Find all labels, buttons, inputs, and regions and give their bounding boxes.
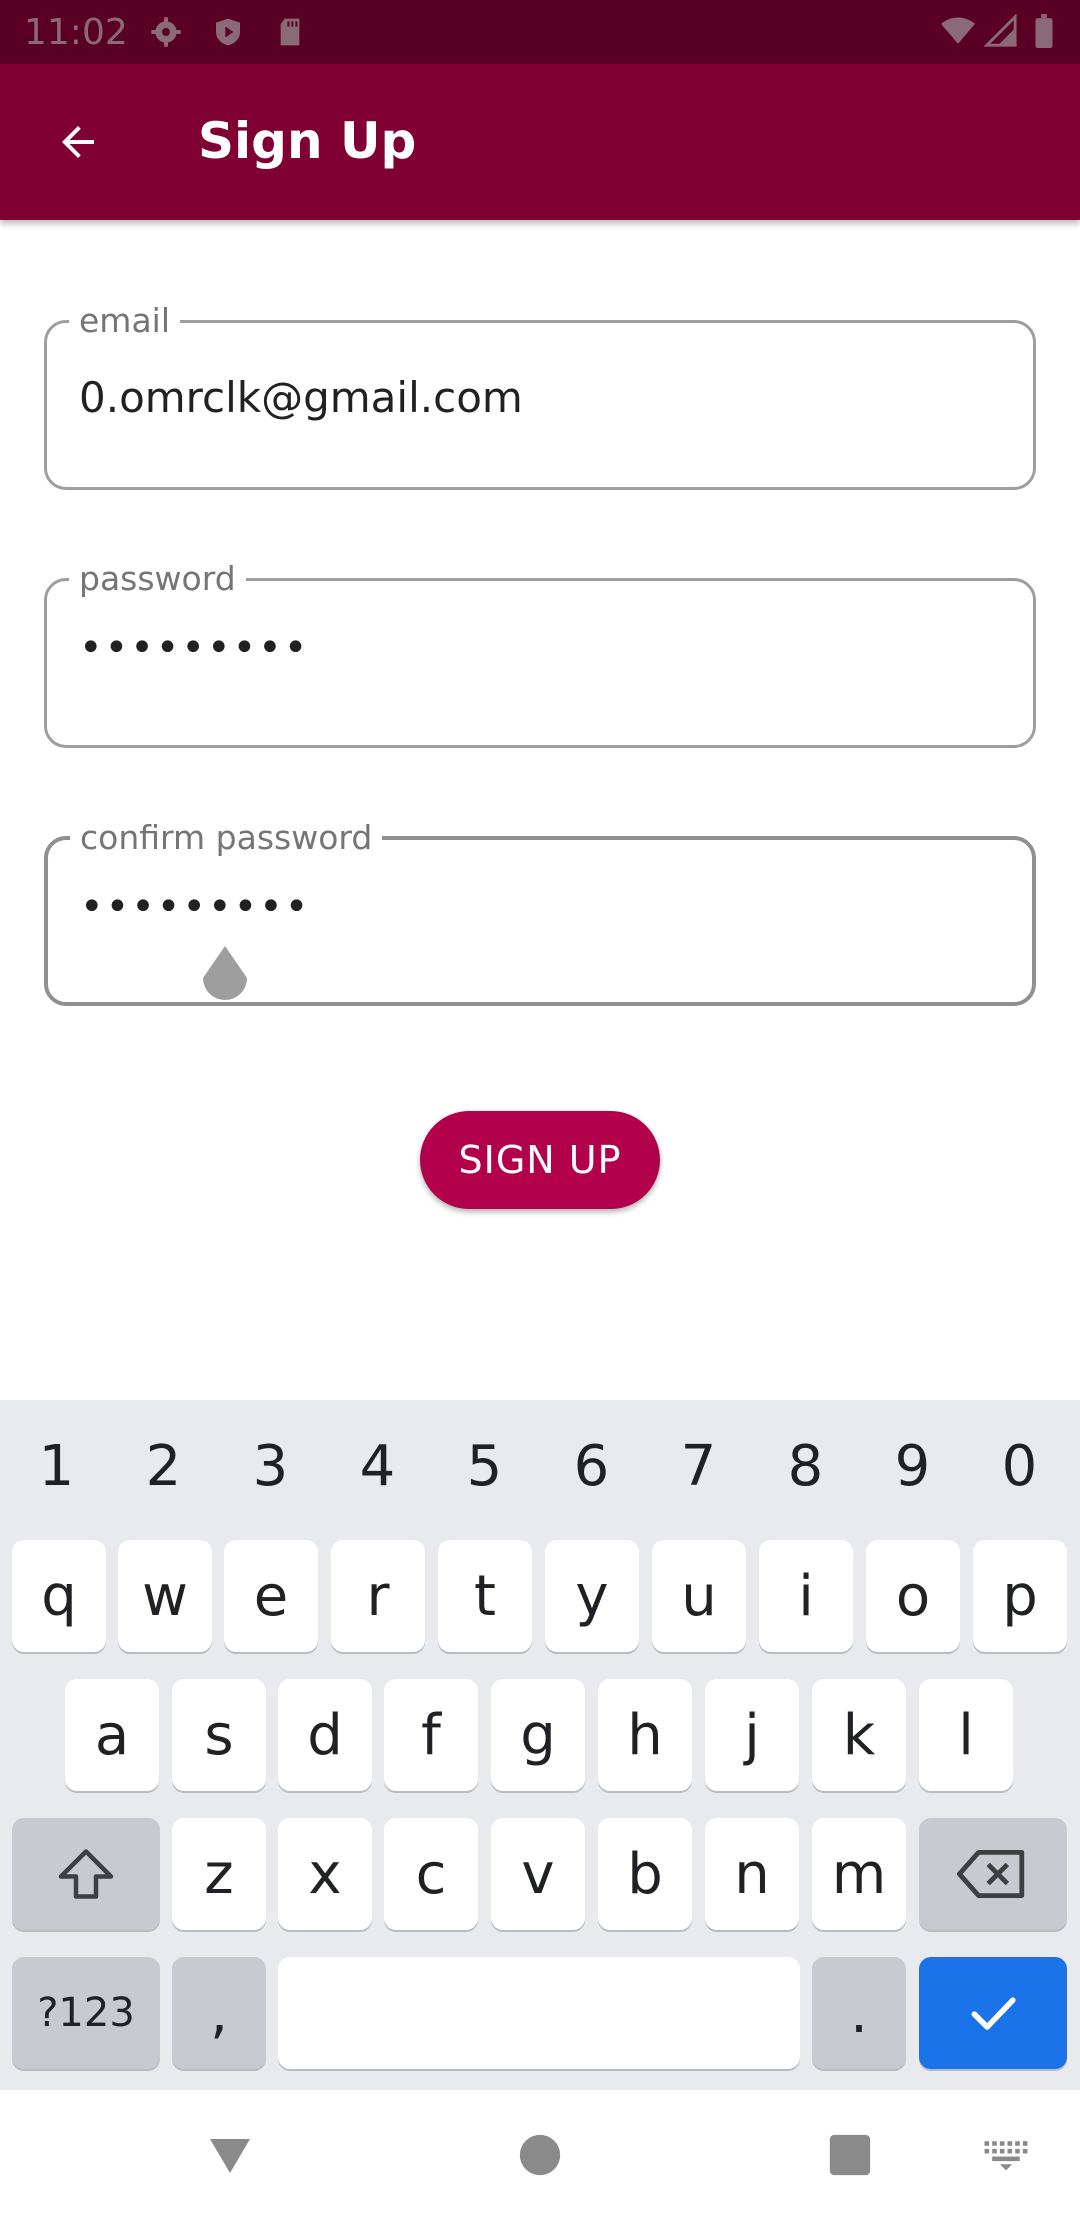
status-bar: 11:02 [0,0,1080,64]
key-l[interactable]: l [919,1679,1013,1791]
settings-icon [151,17,181,47]
key-k[interactable]: k [812,1679,906,1791]
key-y[interactable]: y [545,1540,639,1652]
key-q[interactable]: q [12,1540,106,1652]
key-e[interactable]: e [224,1540,318,1652]
battery-icon [1035,14,1053,48]
system-nav-bar [0,2090,1080,2220]
password-value: ••••••••• [79,625,310,671]
key-v[interactable]: v [491,1818,585,1930]
nav-recents-button[interactable] [810,2120,890,2190]
key-x[interactable]: x [278,1818,372,1930]
confirm-password-label: confirm password [70,818,383,857]
key-t[interactable]: t [438,1540,532,1652]
key-2[interactable]: 2 [110,1422,217,1512]
key-a[interactable]: a [65,1679,159,1791]
key-j[interactable]: j [705,1679,799,1791]
arrow-back-icon [62,126,94,158]
square-icon [829,2134,871,2176]
key-i[interactable]: i [759,1540,853,1652]
key-g[interactable]: g [491,1679,585,1791]
email-label: email [69,301,181,340]
key-z[interactable]: z [172,1818,266,1930]
key-f[interactable]: f [384,1679,478,1791]
backspace-key[interactable] [919,1818,1067,1930]
key-9[interactable]: 9 [859,1422,966,1512]
play-protect-icon [216,18,240,46]
app-bar: Sign Up [0,64,1080,220]
key-3[interactable]: 3 [217,1422,324,1512]
sign-up-button[interactable]: SIGN UP [420,1111,660,1209]
page-title: Sign Up [198,112,417,170]
key-d[interactable]: d [278,1679,372,1791]
triangle-down-icon [210,2139,250,2173]
comma-key[interactable]: , [172,1957,266,2069]
key-b[interactable]: b [598,1818,692,1930]
key-7[interactable]: 7 [645,1422,752,1512]
key-o[interactable]: o [866,1540,960,1652]
spacebar-key[interactable] [278,1957,800,2069]
keyboard-icon [984,2141,1028,2171]
symbols-key[interactable]: ?123 [12,1957,160,2069]
status-time: 11:02 [24,12,128,53]
key-c[interactable]: c [384,1818,478,1930]
key-w[interactable]: w [118,1540,212,1652]
done-key[interactable] [919,1957,1067,2069]
email-value: 0.omrclk@gmail.com [79,373,523,422]
circle-icon [519,2134,561,2176]
keyboard-switcher-button[interactable] [966,2120,1046,2190]
password-label: password [69,559,246,598]
key-s[interactable]: s [172,1679,266,1791]
text-cursor-handle[interactable] [195,938,255,1018]
shift-key[interactable] [12,1818,160,1930]
period-key[interactable]: . [812,1957,906,2069]
confirm-password-field[interactable]: confirm password ••••••••• [44,818,1036,1006]
shift-icon [58,1849,114,1899]
nav-back-button[interactable] [190,2120,270,2190]
password-field[interactable]: password ••••••••• [44,559,1036,748]
key-n[interactable]: n [705,1818,799,1930]
check-icon [971,1997,1016,2030]
wifi-icon [941,17,975,44]
email-field[interactable]: email 0.omrclk@gmail.com [44,301,1036,490]
backspace-icon [957,1850,1025,1899]
key-m[interactable]: m [812,1818,906,1930]
back-button[interactable] [38,102,118,182]
key-u[interactable]: u [652,1540,746,1652]
key-4[interactable]: 4 [324,1422,431,1512]
nav-home-button[interactable] [500,2120,580,2190]
key-p[interactable]: p [973,1540,1067,1652]
key-1[interactable]: 1 [3,1422,110,1512]
key-6[interactable]: 6 [538,1422,645,1512]
number-row: 1 2 3 4 5 6 7 8 9 0 [0,1422,1080,1512]
signal-icon [984,14,1017,47]
key-5[interactable]: 5 [431,1422,538,1512]
key-h[interactable]: h [598,1679,692,1791]
key-8[interactable]: 8 [752,1422,859,1512]
confirm-password-value: ••••••••• [80,884,311,930]
sd-card-icon [280,18,300,46]
key-r[interactable]: r [331,1540,425,1652]
soft-keyboard: 1 2 3 4 5 6 7 8 9 0 q w e r t y u i o p … [0,1400,1080,2090]
key-0[interactable]: 0 [966,1422,1073,1512]
